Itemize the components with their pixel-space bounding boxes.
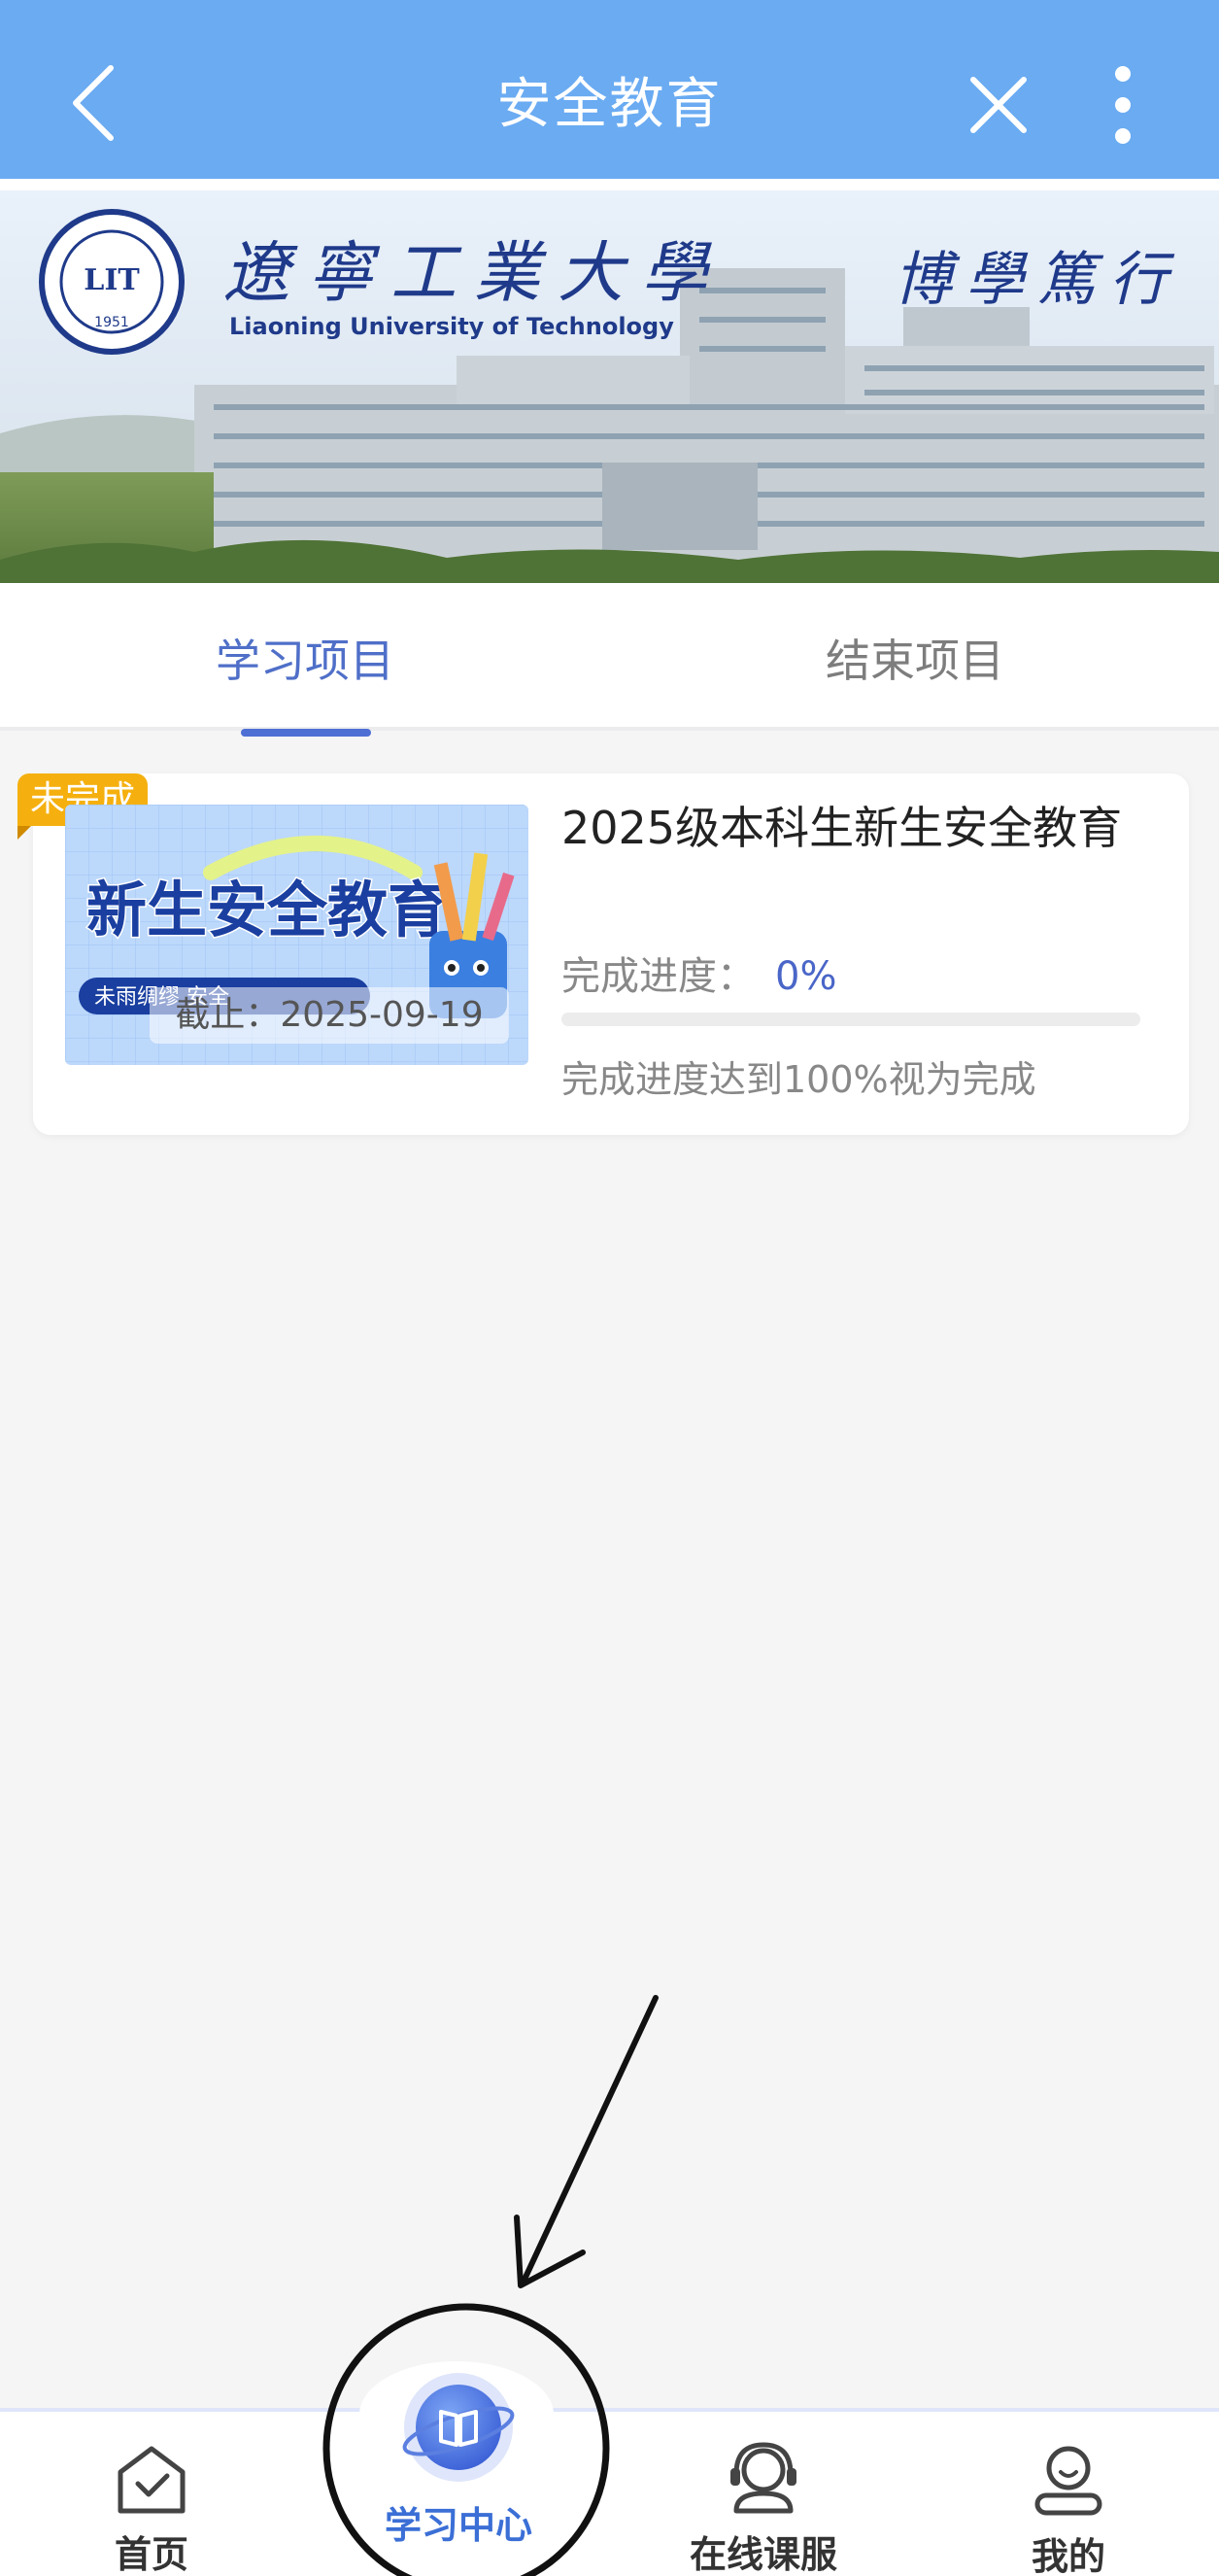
tab-ended-projects[interactable]: 结束项目 <box>711 626 1119 690</box>
annotation-arrow-icon <box>514 1995 659 2288</box>
page-title: 安全教育 <box>496 73 723 136</box>
thumbnail-title: 新生安全教育 <box>86 875 448 945</box>
tab-active-indicator <box>241 729 371 737</box>
progress-row: 完成进度： 0% <box>561 945 836 1001</box>
completion-note: 完成进度达到100%视为完成 <box>561 1058 1036 1101</box>
nav-item-online-service[interactable]: 在线课服 <box>657 2435 870 2576</box>
user-icon <box>1034 2446 1102 2516</box>
close-icon <box>970 77 1027 133</box>
close-button[interactable] <box>962 68 1035 142</box>
nav-label-study-center: 学习中心 <box>384 2504 532 2547</box>
headset-icon <box>730 2442 796 2514</box>
header-divider <box>0 179 1219 190</box>
nav-label-home: 首页 <box>114 2533 188 2576</box>
campus-photo: LIT 1951 遼寧工業大學 Liaoning University of T… <box>0 190 1219 583</box>
progress-bar <box>561 1013 1140 1026</box>
university-motto: 博學篤行 <box>894 246 1181 314</box>
svg-text:LIT: LIT <box>84 263 140 297</box>
more-vertical-icon <box>1115 66 1131 144</box>
app-header: 安全教育 <box>0 0 1219 179</box>
nav-item-mine[interactable]: 我的 <box>962 2441 1175 2576</box>
nav-label-mine: 我的 <box>1031 2535 1105 2576</box>
project-tabs: 学习项目 结束项目 <box>0 583 1219 737</box>
university-name-en: Liaoning University of Technology <box>229 313 674 340</box>
project-title[interactable]: 2025级本科生新生安全教育 <box>561 799 1154 857</box>
home-check-icon <box>118 2446 186 2514</box>
nav-item-home[interactable]: 首页 <box>45 2443 258 2576</box>
university-banner: LIT 1951 遼寧工業大學 Liaoning University of T… <box>0 190 1219 583</box>
progress-value: 0% <box>775 954 837 999</box>
university-name-cn: 遼寧工業大學 <box>223 235 725 312</box>
nav-label-online-service: 在线课服 <box>689 2533 837 2576</box>
book-icon <box>402 2373 515 2482</box>
nav-item-study-center[interactable]: 学习中心 <box>352 2367 565 2549</box>
more-button[interactable] <box>1096 62 1150 150</box>
deadline-label: 截止：2025-09-19 <box>150 987 509 1044</box>
progress-label: 完成进度： <box>561 954 756 999</box>
tab-learning-projects[interactable]: 学习项目 <box>101 626 509 690</box>
seal-year: 1951 <box>94 315 129 330</box>
